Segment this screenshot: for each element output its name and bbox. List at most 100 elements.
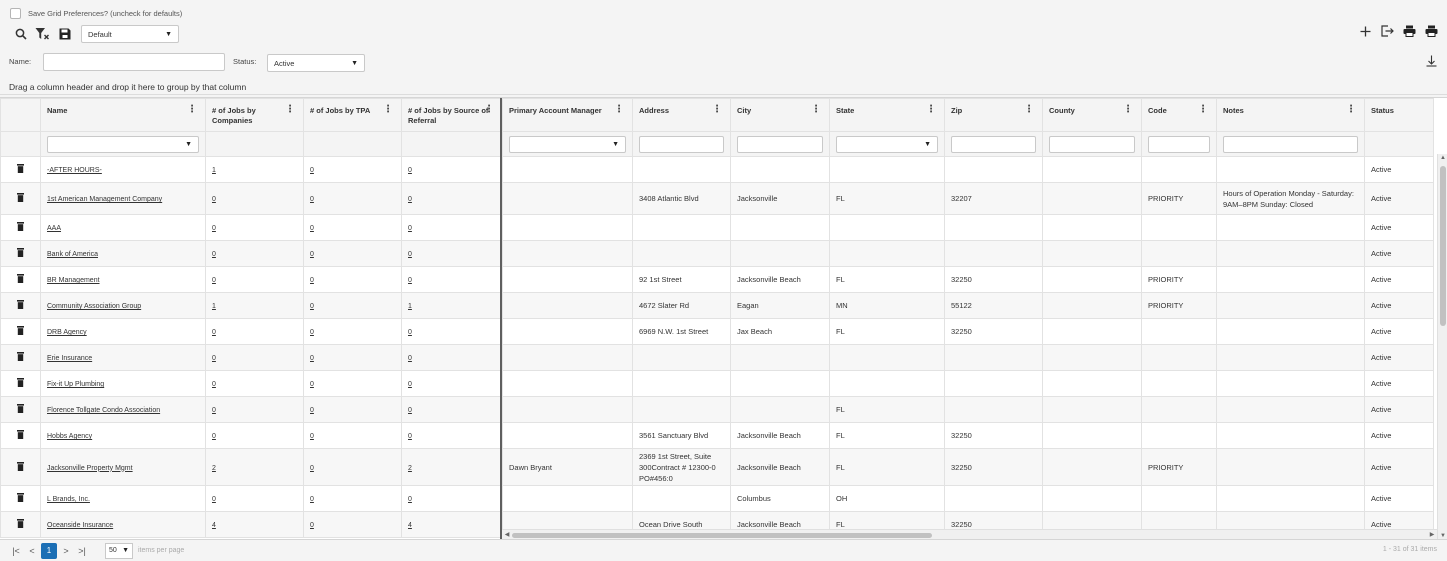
cell-r[interactable]: 0 xyxy=(401,396,503,423)
horizontal-scroll-thumb[interactable] xyxy=(512,533,932,538)
column-menu-icon[interactable]: ⋮ xyxy=(614,105,624,115)
column-menu-icon[interactable]: ⋮ xyxy=(1346,105,1356,115)
header-jobs-companies[interactable]: # of Jobs by Companies ⋮ xyxy=(205,98,304,132)
delete-icon[interactable] xyxy=(17,519,24,530)
status-filter-select[interactable]: Active ▼ xyxy=(267,54,365,72)
account-manager-column-filter[interactable]: ▼ xyxy=(509,135,626,153)
cell-name[interactable]: Jacksonville Property Mgmt xyxy=(40,448,206,486)
cell-t[interactable]: 0 xyxy=(303,266,402,293)
header-county[interactable]: County ⋮ xyxy=(1042,98,1142,132)
cell-r[interactable]: 0 xyxy=(401,422,503,449)
column-menu-icon[interactable]: ⋮ xyxy=(1198,105,1208,115)
cell-r[interactable]: 0 xyxy=(401,344,503,371)
c-link[interactable]: 0 xyxy=(212,196,216,203)
header-city[interactable]: City ⋮ xyxy=(730,98,830,132)
name-link[interactable]: DRB Agency xyxy=(47,329,87,336)
t-link[interactable]: 0 xyxy=(310,303,314,310)
vertical-scroll-thumb[interactable] xyxy=(1440,166,1446,326)
r-link[interactable]: 0 xyxy=(408,225,412,232)
r-link[interactable]: 0 xyxy=(408,407,412,414)
column-menu-icon[interactable]: ⋮ xyxy=(1024,105,1034,115)
delete-icon[interactable] xyxy=(17,222,24,233)
header-address[interactable]: Address ⋮ xyxy=(632,98,731,132)
delete-icon[interactable] xyxy=(17,430,24,441)
save-preferences-checkbox[interactable] xyxy=(10,7,21,19)
t-link[interactable]: 0 xyxy=(310,381,314,388)
current-page-button[interactable]: 1 xyxy=(41,542,57,559)
cell-t[interactable]: 0 xyxy=(303,511,402,538)
c-link[interactable]: 4 xyxy=(212,522,216,529)
cell-name[interactable]: Hobbs Agency xyxy=(40,422,206,449)
city-column-filter[interactable] xyxy=(737,135,823,153)
name-link[interactable]: 1st American Management Company xyxy=(47,196,162,203)
first-page-icon[interactable]: |< xyxy=(9,543,23,559)
t-link[interactable]: 0 xyxy=(310,167,314,174)
t-link[interactable]: 0 xyxy=(310,522,314,529)
c-link[interactable]: 1 xyxy=(212,303,216,310)
table-row[interactable]: Community Association Group 1 0 1 4672 Slate… xyxy=(0,292,1434,319)
t-link[interactable]: 0 xyxy=(310,433,314,440)
last-page-icon[interactable]: >| xyxy=(75,543,89,559)
view-select[interactable]: Default ▼ xyxy=(81,25,179,43)
search-icon[interactable] xyxy=(13,26,29,42)
vertical-scrollbar[interactable]: ▲ ▼ xyxy=(1437,154,1447,539)
cell-name[interactable]: Florence Tollgate Condo Association xyxy=(40,396,206,423)
t-link[interactable]: 0 xyxy=(310,465,314,472)
r-link[interactable]: 0 xyxy=(408,167,412,174)
cell-r[interactable]: 0 xyxy=(401,266,503,293)
name-filter-input[interactable] xyxy=(43,53,225,71)
cell-c[interactable]: 0 xyxy=(205,318,304,345)
collapse-filters-icon[interactable] xyxy=(1426,55,1437,69)
cell-t[interactable]: 0 xyxy=(303,240,402,267)
header-state[interactable]: State ⋮ xyxy=(829,98,945,132)
name-link[interactable]: Oceanside Insurance xyxy=(47,522,113,529)
add-icon[interactable] xyxy=(1357,23,1373,39)
cell-c[interactable]: 0 xyxy=(205,240,304,267)
name-link[interactable]: Fix-it Up Plumbing xyxy=(47,381,104,388)
t-link[interactable]: 0 xyxy=(310,277,314,284)
cell-name[interactable]: DRB Agency xyxy=(40,318,206,345)
cell-c[interactable]: 2 xyxy=(205,448,304,486)
name-link[interactable]: L Brands, Inc. xyxy=(47,496,90,503)
delete-icon[interactable] xyxy=(17,326,24,337)
save-icon[interactable] xyxy=(57,26,73,42)
cell-c[interactable]: 0 xyxy=(205,214,304,241)
header-account-manager[interactable]: Primary Account Manager ⋮ xyxy=(502,98,633,132)
scroll-left-icon[interactable]: ◀ xyxy=(502,530,512,539)
column-menu-icon[interactable]: ⋮ xyxy=(1123,105,1133,115)
r-link[interactable]: 0 xyxy=(408,196,412,203)
delete-icon[interactable] xyxy=(17,274,24,285)
header-name[interactable]: Name ⋮ xyxy=(40,98,206,132)
r-link[interactable]: 0 xyxy=(408,381,412,388)
name-link[interactable]: Jacksonville Property Mgmt xyxy=(47,465,133,472)
next-page-icon[interactable]: > xyxy=(59,543,73,559)
c-link[interactable]: 0 xyxy=(212,381,216,388)
name-link[interactable]: Florence Tollgate Condo Association xyxy=(47,407,160,414)
table-row[interactable]: 1st American Management Company 0 0 0 3408 A… xyxy=(0,182,1434,215)
scroll-right-icon[interactable]: ▶ xyxy=(1427,530,1437,539)
r-link[interactable]: 4 xyxy=(408,522,412,529)
cell-name[interactable]: 1st American Management Company xyxy=(40,182,206,215)
header-notes[interactable]: Notes ⋮ xyxy=(1216,98,1365,132)
cell-name[interactable]: BR Management xyxy=(40,266,206,293)
cell-name[interactable]: Community Association Group xyxy=(40,292,206,319)
table-row[interactable]: Hobbs Agency 0 0 0 3561 Sanctuary Blvd Jackso… xyxy=(0,422,1434,449)
delete-icon[interactable] xyxy=(17,404,24,415)
c-link[interactable]: 1 xyxy=(212,167,216,174)
cell-name[interactable]: Bank of America xyxy=(40,240,206,267)
frozen-column-divider[interactable] xyxy=(500,98,502,539)
c-link[interactable]: 0 xyxy=(212,277,216,284)
table-row[interactable]: DRB Agency 0 0 0 6969 N.W. 1st Street Jax Bea… xyxy=(0,318,1434,345)
cell-c[interactable]: 0 xyxy=(205,182,304,215)
cell-c[interactable]: 0 xyxy=(205,370,304,397)
r-link[interactable]: 0 xyxy=(408,251,412,258)
delete-icon[interactable] xyxy=(17,193,24,204)
cell-c[interactable]: 0 xyxy=(205,485,304,512)
code-column-filter[interactable] xyxy=(1148,135,1210,153)
cell-t[interactable]: 0 xyxy=(303,292,402,319)
zip-column-filter[interactable] xyxy=(951,135,1036,153)
name-column-filter[interactable]: ▼ xyxy=(47,135,199,153)
name-link[interactable]: Erie Insurance xyxy=(47,355,92,362)
print-all-icon[interactable] xyxy=(1423,23,1439,39)
print-icon[interactable] xyxy=(1401,23,1417,39)
